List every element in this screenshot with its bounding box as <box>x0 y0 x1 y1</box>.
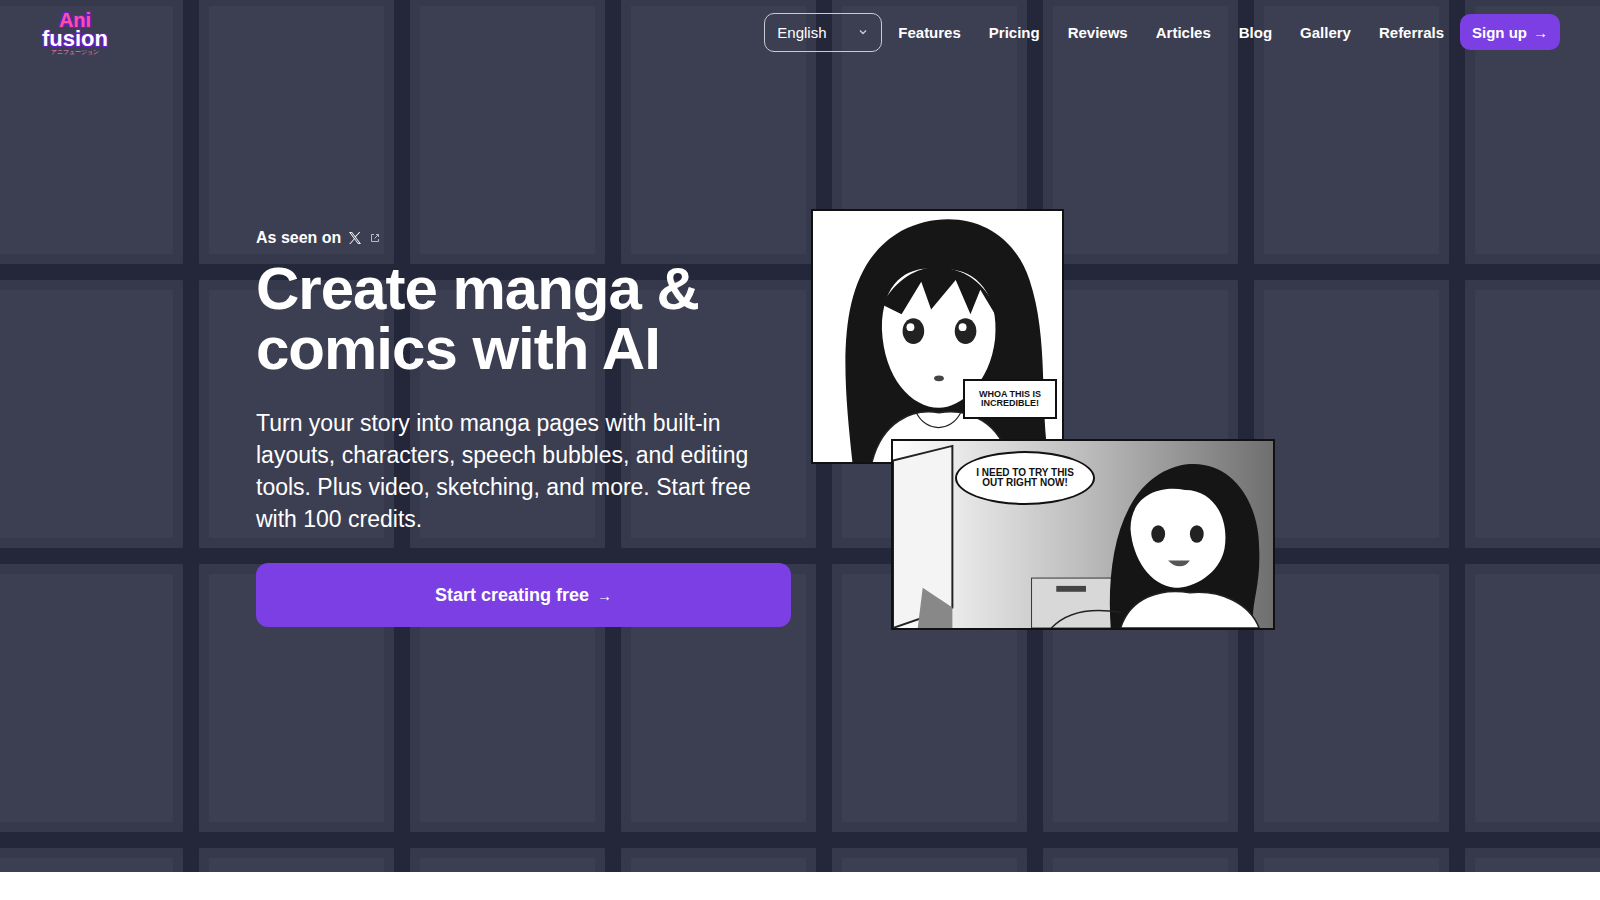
nav-links: English Features Pricing Reviews Articles Blo… <box>764 13 1560 52</box>
nav-link[interactable]: Referrals <box>1379 24 1444 41</box>
gallery-tile <box>199 848 394 872</box>
girl-portrait-icon <box>813 211 1062 462</box>
speech-bubble: I NEED TO TRY THIS OUT RIGHT NOW! <box>955 451 1095 505</box>
hero-text: As seen on Create manga & comics with AI T… <box>256 229 791 630</box>
logo-subtitle: アニフュージョン <box>51 50 99 55</box>
gallery-tile <box>199 0 394 264</box>
manga-preview: WHOA THIS IS INCREDIBLE! I NEED TO TRY TH… <box>811 209 1275 630</box>
hero-subtitle: Turn your story into manga pages with bu… <box>256 407 791 535</box>
gallery-tile <box>410 0 605 264</box>
speech-bubble: WHOA THIS IS INCREDIBLE! <box>963 379 1057 419</box>
x-logo-icon <box>347 230 363 246</box>
gallery-tile <box>832 848 1027 872</box>
external-link-icon <box>369 232 381 244</box>
as-seen-on[interactable]: As seen on <box>256 229 791 247</box>
landing-page: Anifusionアニフュージョン English Features Pricing R… <box>0 0 1600 900</box>
gallery-tile <box>1254 280 1449 548</box>
gallery-tile <box>1465 564 1600 832</box>
gallery-tile <box>0 280 183 548</box>
nav-link[interactable]: Features <box>898 24 961 41</box>
gallery-tile <box>410 848 605 872</box>
gallery-tile <box>621 848 816 872</box>
manga-panel: I NEED TO TRY THIS OUT RIGHT NOW! <box>891 439 1275 630</box>
chevron-down-icon <box>857 26 869 38</box>
background-gallery <box>0 0 1600 872</box>
gallery-tile <box>1254 848 1449 872</box>
logo[interactable]: Anifusionアニフュージョン <box>42 9 108 55</box>
logo-text: fusion <box>42 29 108 49</box>
hero-body: As seen on Create manga & comics with AI T… <box>0 64 1600 630</box>
hero-title: Create manga & comics with AI <box>256 259 791 379</box>
language-value: English <box>777 24 826 41</box>
gallery-tile <box>1465 280 1600 548</box>
signup-button[interactable]: Sign up→ <box>1460 14 1560 50</box>
gallery-tile <box>1465 848 1600 872</box>
language-select[interactable]: English <box>764 13 882 52</box>
arrow-right-icon: → <box>1533 24 1548 41</box>
nav-link[interactable]: Pricing <box>989 24 1040 41</box>
gallery-tile <box>1043 848 1238 872</box>
top-nav: Anifusionアニフュージョン English Features Pricing R… <box>0 0 1600 64</box>
hero-section: Anifusionアニフュージョン English Features Pricing R… <box>0 0 1600 872</box>
start-creating-button[interactable]: Start creating free→ <box>256 563 791 627</box>
arrow-right-icon: → <box>597 587 612 604</box>
gallery-tile <box>1254 564 1449 832</box>
nav-link[interactable]: Articles <box>1156 24 1211 41</box>
page-below <box>0 872 1600 900</box>
gallery-tile <box>0 848 183 872</box>
nav-link[interactable]: Gallery <box>1300 24 1351 41</box>
gallery-tile <box>0 564 183 832</box>
manga-panel: WHOA THIS IS INCREDIBLE! <box>811 209 1064 464</box>
nav-link[interactable]: Blog <box>1239 24 1272 41</box>
logo-text: Ani <box>59 11 91 29</box>
nav-link[interactable]: Reviews <box>1068 24 1128 41</box>
